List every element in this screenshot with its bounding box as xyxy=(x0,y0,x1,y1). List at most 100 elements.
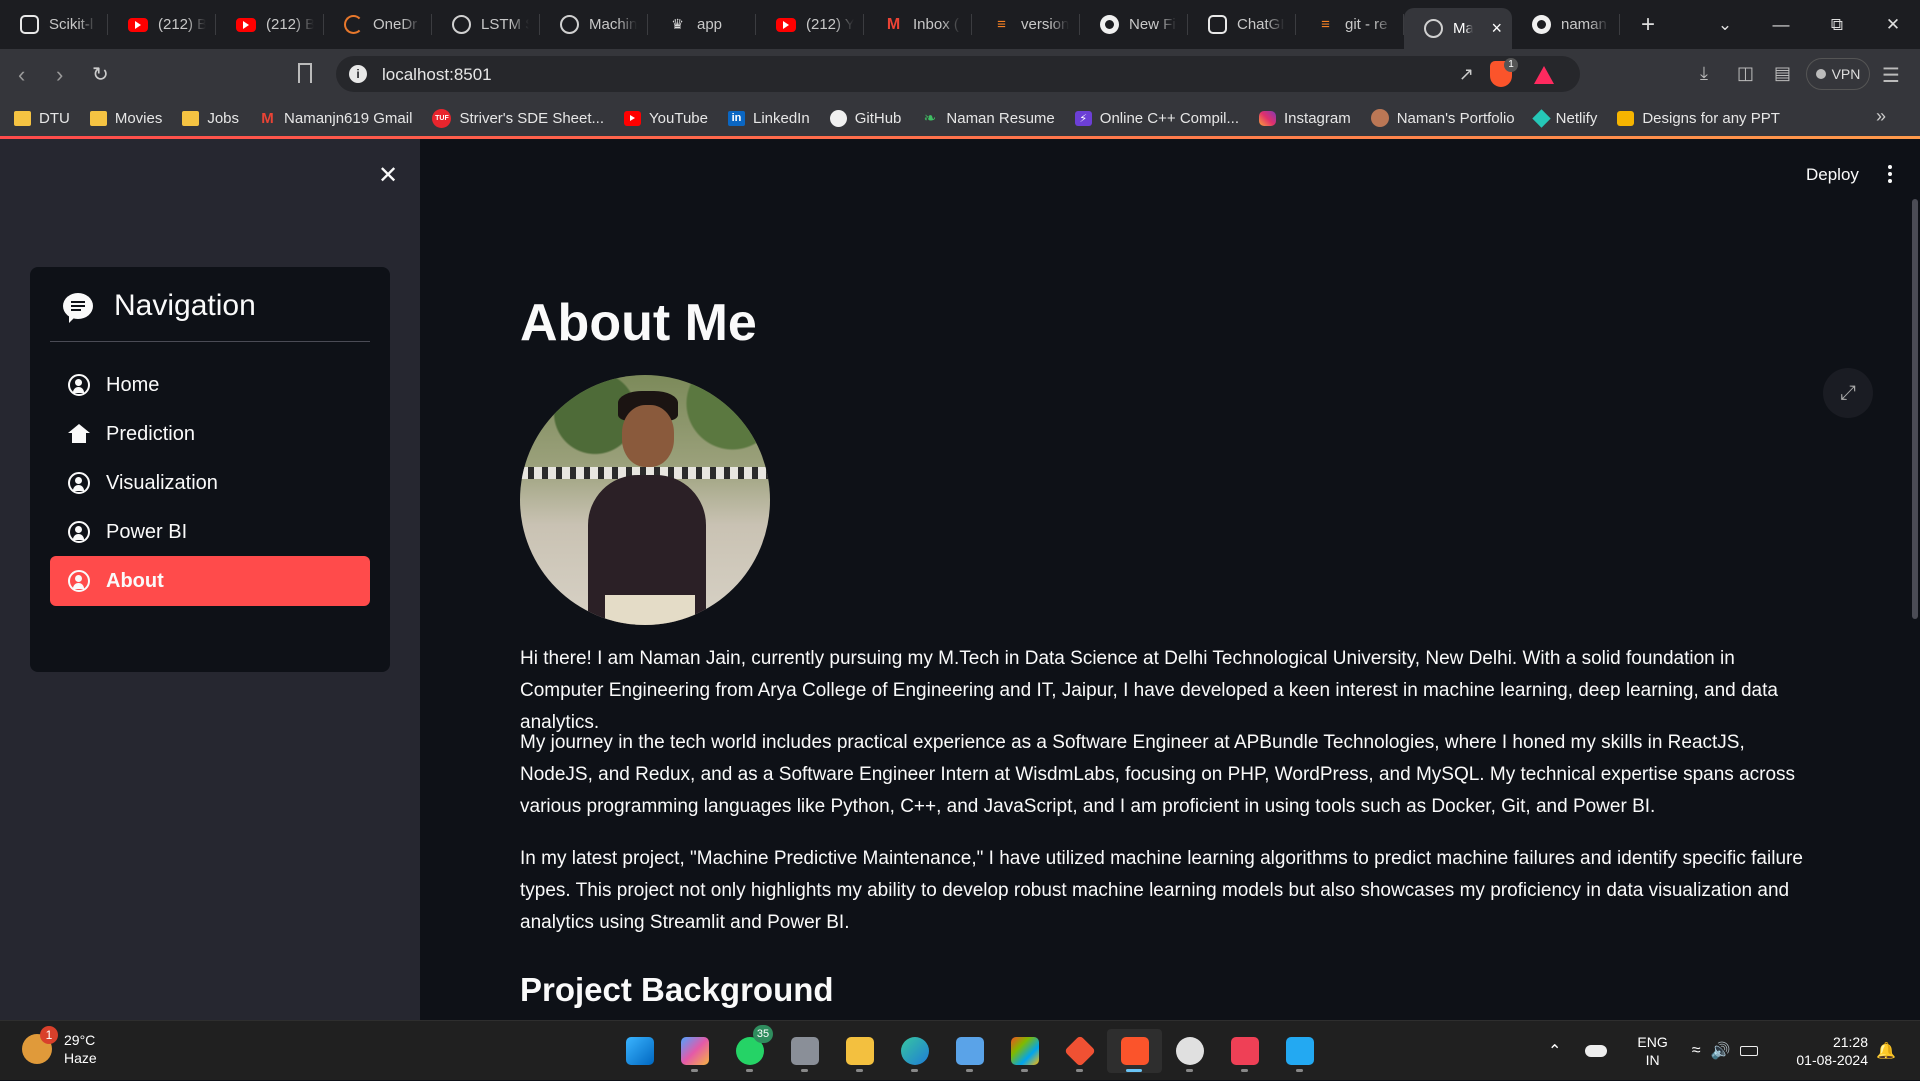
browser-tab[interactable]: LSTM S xyxy=(432,0,540,49)
show-hidden-icons-icon[interactable]: ⌃ xyxy=(1548,1041,1561,1061)
tab-search-chevron-icon[interactable]: ⌄ xyxy=(1697,15,1753,35)
onedrive-cloud-icon[interactable] xyxy=(1585,1045,1608,1057)
close-window-button[interactable]: ✕ xyxy=(1865,15,1920,35)
openai-icon xyxy=(1208,15,1227,34)
taskbar-app[interactable] xyxy=(997,1029,1052,1073)
nav-item-label: Power BI xyxy=(106,520,188,543)
taskbar-app[interactable] xyxy=(1162,1029,1217,1073)
more-bookmarks-icon[interactable]: » xyxy=(1876,106,1886,127)
nav-item-home[interactable]: Home xyxy=(50,360,370,410)
browser-tab[interactable]: Machin xyxy=(540,0,648,49)
notifications-bell-icon[interactable]: 🔔 xyxy=(1876,1041,1896,1061)
tab-label: (212) B xyxy=(266,16,314,33)
bookmark-item[interactable]: TUF Striver's SDE Sheet... xyxy=(432,108,604,128)
project-paragraph: In my latest project, "Machine Predictiv… xyxy=(520,848,1803,933)
browser-tab[interactable]: ≡ version xyxy=(972,0,1080,49)
deploy-button[interactable]: Deploy xyxy=(1806,165,1859,185)
scrollbar[interactable] xyxy=(1912,199,1918,619)
sidebar-toggle-icon[interactable]: ◫ xyxy=(1737,63,1754,84)
bookmark-item[interactable]: Netlify xyxy=(1531,108,1597,128)
chat-bubble-icon xyxy=(63,293,93,323)
nav-item-power-bi[interactable]: Power BI xyxy=(50,507,370,557)
taskbar-app[interactable] xyxy=(1107,1029,1162,1073)
folder-icon xyxy=(89,110,107,126)
url-field[interactable]: i localhost:8501 ↗ 1 xyxy=(336,56,1580,92)
browser-tab[interactable]: naman xyxy=(1512,0,1620,49)
bookmark-item[interactable]: Naman's Portfolio xyxy=(1370,109,1515,127)
main-menu-icon[interactable] xyxy=(1888,165,1892,186)
netlify-icon xyxy=(1531,108,1551,128)
menu-icon[interactable]: ☰ xyxy=(1882,63,1900,88)
bookmark-item[interactable]: YouTube xyxy=(624,110,708,127)
downloads-icon[interactable]: ⤓ xyxy=(1700,63,1708,84)
bookmark-item[interactable]: GitHub xyxy=(829,109,901,127)
wifi-icon[interactable]: ≈ xyxy=(1692,1042,1701,1060)
youtube-icon xyxy=(128,17,148,32)
bookmark-page-icon[interactable] xyxy=(298,63,312,83)
taskbar-app[interactable] xyxy=(1217,1029,1272,1073)
new-tab-button[interactable]: + xyxy=(1628,11,1668,39)
volume-icon[interactable]: 🔊 xyxy=(1711,1041,1731,1061)
url-text[interactable]: localhost:8501 xyxy=(382,65,492,85)
restore-button[interactable]: ⧉ xyxy=(1809,15,1865,35)
taskbar-app[interactable] xyxy=(777,1029,832,1073)
taskbar-app[interactable] xyxy=(1052,1029,1107,1073)
fullscreen-icon[interactable]: ⤢ xyxy=(1823,368,1873,418)
taskbar-app[interactable] xyxy=(832,1029,887,1073)
close-sidebar-icon[interactable]: ✕ xyxy=(378,161,398,190)
brave-rewards-icon[interactable] xyxy=(1534,66,1554,84)
globe-icon xyxy=(452,15,471,34)
browser-tab[interactable]: M Inbox ( xyxy=(864,0,972,49)
bookmark-item[interactable]: Instagram xyxy=(1259,110,1351,127)
close-tab-icon[interactable]: × xyxy=(1491,18,1502,39)
taskbar-app[interactable] xyxy=(942,1029,997,1073)
minimize-button[interactable]: — xyxy=(1753,15,1809,35)
running-indicator xyxy=(966,1069,973,1072)
navigation-title: Navigation xyxy=(114,289,256,322)
wallet-icon[interactable]: ▤ xyxy=(1774,63,1791,84)
globe-icon xyxy=(1424,19,1443,38)
taskbar-app[interactable] xyxy=(887,1029,942,1073)
taskbar-app[interactable]: 35 xyxy=(722,1025,777,1073)
bookmark-item[interactable]: DTU xyxy=(14,110,70,127)
site-info-icon[interactable]: i xyxy=(349,65,367,83)
copilot-icon xyxy=(680,1037,709,1065)
browser-tab[interactable]: ♛ app xyxy=(648,0,756,49)
battery-icon[interactable] xyxy=(1740,1046,1759,1056)
browser-tab[interactable]: ChatGI xyxy=(1188,0,1296,49)
reload-button[interactable]: ↻ xyxy=(92,62,109,87)
language-code: ENG xyxy=(1637,1034,1668,1050)
browser-tab[interactable]: ≡ git - re xyxy=(1296,0,1404,49)
nav-item-prediction[interactable]: Prediction xyxy=(50,409,370,459)
running-indicator xyxy=(691,1069,698,1072)
browser-tab-strip: Scikit-l (212) B (212) B OneDr LSTM S Machin ♛… xyxy=(0,0,1920,49)
forward-button[interactable]: › xyxy=(56,62,63,88)
vpn-button[interactable]: VPN xyxy=(1806,58,1870,90)
taskbar-app[interactable] xyxy=(1272,1029,1327,1073)
shields-count-badge: 1 xyxy=(1504,58,1518,72)
language-indicator[interactable]: ENG IN xyxy=(1637,1033,1667,1069)
browser-tab[interactable]: (212) Y xyxy=(756,0,864,49)
active-tab[interactable]: Ma × xyxy=(1404,8,1512,49)
bookmark-item[interactable]: Designs for any PPT xyxy=(1617,110,1780,127)
bookmark-item[interactable]: in LinkedIn xyxy=(727,110,810,127)
bookmark-item[interactable]: ❧ Naman Resume xyxy=(921,110,1055,128)
weather-widget[interactable]: 1 29°C Haze xyxy=(22,1026,97,1067)
bookmark-item[interactable]: ⚡ Online C++ Compil... xyxy=(1074,110,1239,127)
browser-tab[interactable]: (212) B xyxy=(108,0,216,49)
share-icon[interactable]: ↗ xyxy=(1459,64,1474,85)
taskbar-app[interactable] xyxy=(612,1029,667,1073)
browser-tab[interactable]: OneDr xyxy=(324,0,432,49)
nav-item-visualization[interactable]: Visualization xyxy=(50,458,370,508)
back-button[interactable]: ‹ xyxy=(18,62,25,88)
browser-tab[interactable]: Scikit-l xyxy=(0,0,108,49)
tab-label: ChatGI xyxy=(1237,16,1285,33)
browser-tab[interactable]: New Fi xyxy=(1080,0,1188,49)
nav-item-about[interactable]: About xyxy=(50,556,370,606)
clock[interactable]: 21:28 01-08-2024 xyxy=(1778,1033,1868,1069)
bookmark-item[interactable]: M Namanjn619 Gmail xyxy=(259,110,412,127)
taskbar-app[interactable] xyxy=(667,1029,722,1073)
browser-tab[interactable]: (212) B xyxy=(216,0,324,49)
bookmark-item[interactable]: Jobs xyxy=(182,110,239,127)
bookmark-item[interactable]: Movies xyxy=(89,110,162,127)
